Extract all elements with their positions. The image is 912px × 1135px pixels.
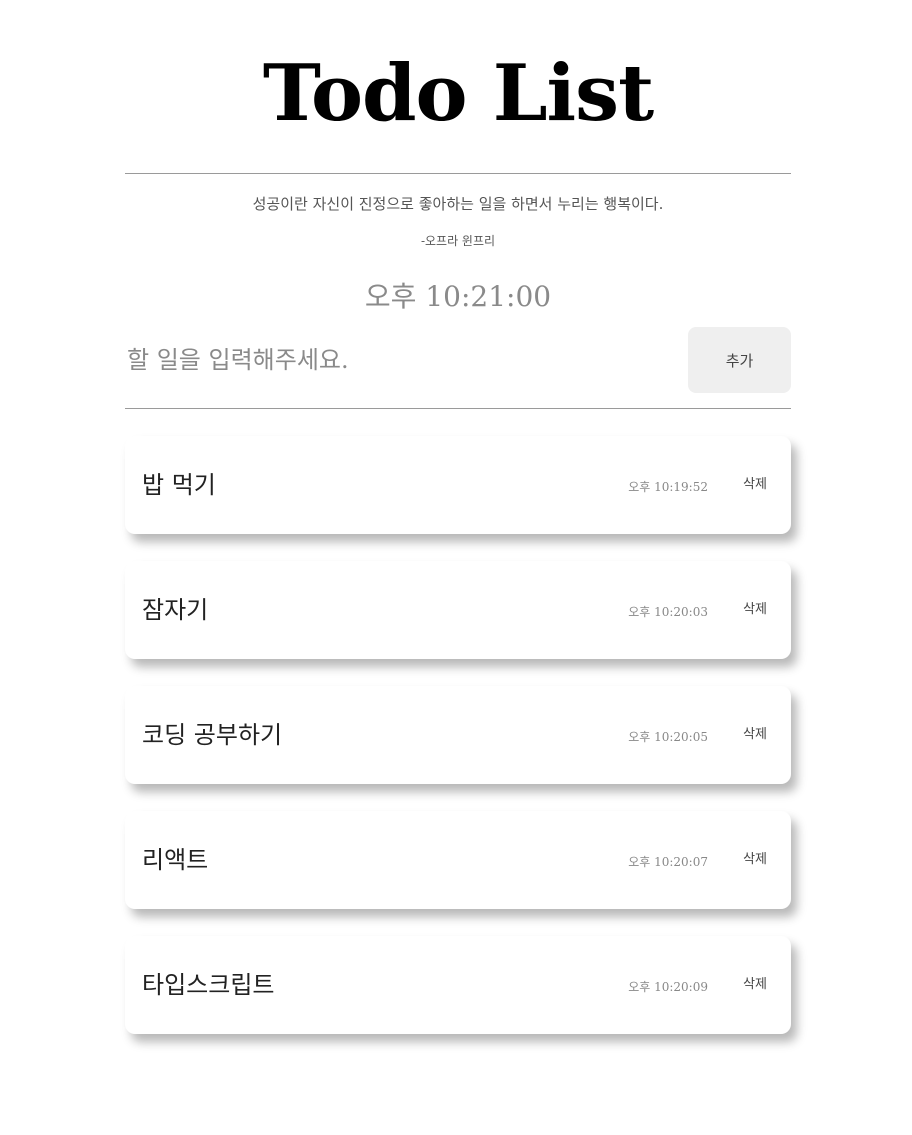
todo-text: 코딩 공부하기 xyxy=(142,721,283,749)
todo-text: 잠자기 xyxy=(142,596,209,624)
todo-item: 코딩 공부하기 오후 10:20:05 삭제 xyxy=(125,686,791,784)
todo-item: 리액트 오후 10:20:07 삭제 xyxy=(125,811,791,909)
todo-time: 오후 10:20:05 xyxy=(628,730,708,744)
delete-button[interactable]: 삭제 xyxy=(743,436,767,534)
current-time: 오후 10:21:00 xyxy=(364,280,552,313)
todo-time: 오후 10:20:09 xyxy=(628,980,708,994)
todo-text: 밥 먹기 xyxy=(142,471,216,499)
delete-button[interactable]: 삭제 xyxy=(743,561,767,659)
page-title: Todo List xyxy=(262,48,654,139)
quote-author: -오프라 윈프리 xyxy=(420,234,496,248)
delete-button[interactable]: 삭제 xyxy=(743,936,767,1034)
quote-text: 성공이란 자신이 진정으로 좋아하는 일을 하면서 누리는 행복이다. xyxy=(252,195,664,213)
todo-time: 오후 10:20:07 xyxy=(628,855,708,869)
todo-input-row: 추가 xyxy=(125,327,791,393)
todo-item: 잠자기 오후 10:20:03 삭제 xyxy=(125,561,791,659)
todo-item: 타입스크립트 오후 10:20:09 삭제 xyxy=(125,936,791,1034)
todo-item: 밥 먹기 오후 10:19:52 삭제 xyxy=(125,436,791,534)
delete-button[interactable]: 삭제 xyxy=(743,686,767,784)
todo-text: 리액트 xyxy=(142,846,209,874)
delete-button[interactable]: 삭제 xyxy=(743,811,767,909)
todo-time: 오후 10:20:03 xyxy=(628,605,708,619)
todo-time: 오후 10:19:52 xyxy=(628,480,708,494)
add-button[interactable]: 추가 xyxy=(688,327,791,393)
todo-text: 타입스크립트 xyxy=(142,971,275,999)
bottom-divider xyxy=(125,408,791,409)
todo-list: 밥 먹기 오후 10:19:52 삭제 잠자기 오후 10:20:03 삭제 코… xyxy=(125,436,791,1061)
todo-input[interactable] xyxy=(125,327,665,393)
todo-app: Todo List 성공이란 자신이 진정으로 좋아하는 일을 하면서 누리는 … xyxy=(125,0,791,1034)
top-divider xyxy=(125,173,791,174)
